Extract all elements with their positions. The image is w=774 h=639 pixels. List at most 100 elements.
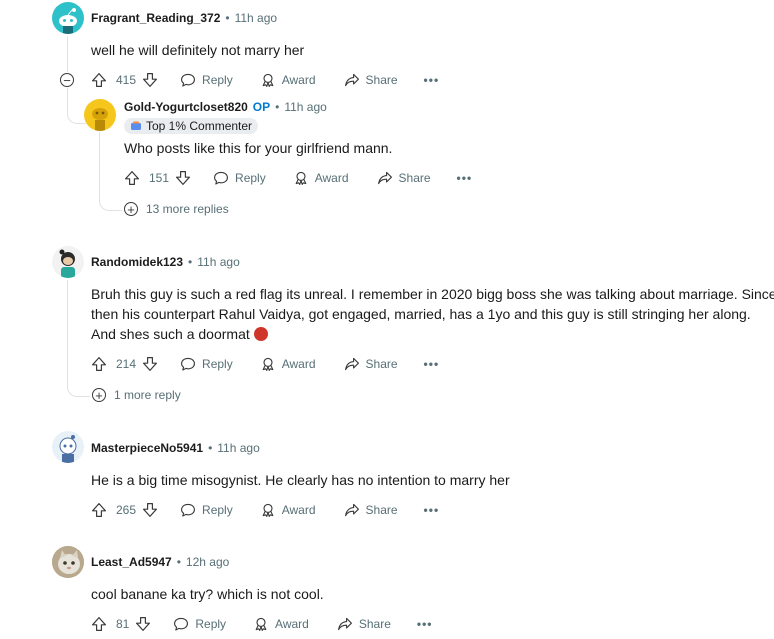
award-button[interactable]: Award (293, 170, 349, 186)
reply-icon (180, 502, 196, 518)
share-icon (344, 356, 360, 372)
reply-icon (180, 72, 196, 88)
overflow-menu-button[interactable]: ••• (424, 73, 440, 87)
overflow-menu-button[interactable]: ••• (457, 171, 473, 185)
share-icon (344, 72, 360, 88)
reply-button[interactable]: Reply (213, 170, 266, 186)
username[interactable]: Least_Ad5947 (91, 555, 172, 569)
overflow-menu-button[interactable]: ••• (424, 503, 440, 517)
reply-button[interactable]: Reply (173, 616, 226, 632)
reply-button[interactable]: Reply (180, 356, 233, 372)
timestamp[interactable]: 11h ago (235, 11, 278, 25)
award-icon (260, 502, 276, 518)
upvote-icon[interactable] (91, 356, 107, 372)
timestamp[interactable]: 11h ago (197, 255, 240, 269)
award-icon (260, 356, 276, 372)
user-avatar[interactable] (52, 246, 84, 278)
comment-line: Bruh this guy is such a red flag its unr… (91, 286, 774, 302)
upvote-icon[interactable] (91, 72, 107, 88)
share-button[interactable]: Share (344, 502, 398, 518)
comment-line: then his counterpart Rahul Vaidya, got e… (91, 306, 751, 322)
award-icon (260, 72, 276, 88)
downvote-icon[interactable] (142, 502, 158, 518)
reply-icon (213, 170, 229, 186)
user-avatar[interactable] (52, 2, 84, 34)
timestamp[interactable]: 11h ago (284, 100, 327, 114)
comment-actions: 151 Reply Award Share ••• (124, 168, 472, 188)
reply-icon (180, 356, 196, 372)
user-avatar[interactable] (84, 99, 116, 131)
user-avatar[interactable] (52, 431, 84, 463)
comment-line-with-emoji: And shes such a doormat (91, 324, 771, 344)
overflow-menu-button[interactable]: ••• (417, 617, 433, 631)
username[interactable]: MasterpieceNo5941 (91, 441, 203, 455)
snoo-avatar-icon (59, 435, 77, 463)
share-icon (337, 616, 353, 632)
downvote-icon[interactable] (135, 616, 151, 632)
comment-body: Who posts like this for your girlfriend … (124, 140, 393, 156)
expand-icon: + (124, 202, 138, 216)
thread-line[interactable] (99, 132, 100, 202)
reply-button[interactable]: Reply (180, 502, 233, 518)
upvote-icon[interactable] (91, 502, 107, 518)
comment-body: well he will definitely not marry her (91, 42, 305, 58)
vote-count: 214 (116, 357, 137, 371)
vote-count: 415 (116, 73, 137, 87)
downvote-icon[interactable] (175, 170, 191, 186)
downvote-icon[interactable] (142, 356, 158, 372)
award-button[interactable]: Award (260, 356, 316, 372)
share-button[interactable]: Share (377, 170, 431, 186)
username[interactable]: Gold-Yogurtcloset820 (124, 100, 248, 114)
upvote-icon[interactable] (91, 616, 107, 632)
comment-body: Bruh this guy is such a red flag its unr… (91, 284, 774, 344)
share-button[interactable]: Share (344, 72, 398, 88)
award-button[interactable]: Award (253, 616, 309, 632)
angry-face-emoji-icon (253, 327, 268, 341)
comment-actions: 415 Reply Award Share ••• (91, 70, 439, 90)
snoo-avatar-icon (59, 8, 77, 34)
separator: • (176, 555, 181, 569)
comment-body: He is a big time misogynist. He clearly … (91, 472, 510, 488)
thread-line (67, 88, 68, 114)
more-replies-button[interactable]: + 13 more replies (124, 202, 229, 216)
comment-header: Fragrant_Reading_372 • 11h ago (91, 11, 277, 25)
vote-count: 265 (116, 503, 137, 517)
overflow-menu-button[interactable]: ••• (424, 357, 440, 371)
comment-header: Gold-Yogurtcloset820 OP • 11h ago (124, 100, 327, 114)
username[interactable]: Randomidek123 (91, 255, 183, 269)
share-button[interactable]: Share (344, 356, 398, 372)
share-icon (344, 502, 360, 518)
award-icon (253, 616, 269, 632)
share-button[interactable]: Share (337, 616, 391, 632)
upvote-icon[interactable] (124, 170, 140, 186)
comment-actions: 81 Reply Award Share ••• (91, 614, 432, 634)
comment-header: MasterpieceNo5941 • 11h ago (91, 441, 260, 455)
separator: • (225, 11, 230, 25)
comment-body: cool banane ka try? which is not cool. (91, 586, 324, 602)
timestamp[interactable]: 11h ago (217, 441, 260, 455)
comment-actions: 265 Reply Award Share ••• (91, 500, 439, 520)
thread-branch (67, 386, 90, 397)
reply-icon (173, 616, 189, 632)
award-button[interactable]: Award (260, 72, 316, 88)
reply-button[interactable]: Reply (180, 72, 233, 88)
snoo-avatar-icon (92, 108, 108, 131)
award-button[interactable]: Award (260, 502, 316, 518)
timestamp[interactable]: 12h ago (186, 555, 229, 569)
thread-line[interactable] (67, 36, 68, 72)
vote-count: 81 (116, 617, 130, 631)
comment-actions: 214 Reply Award Share ••• (91, 354, 439, 374)
snoo-avatar-icon (59, 249, 75, 278)
collapse-thread-button[interactable]: − (60, 73, 74, 87)
separator: • (188, 255, 193, 269)
downvote-icon[interactable] (142, 72, 158, 88)
user-avatar[interactable] (52, 546, 84, 578)
cat-photo-avatar-icon (52, 546, 84, 578)
award-icon (293, 170, 309, 186)
comment-header: Randomidek123 • 11h ago (91, 255, 240, 269)
more-replies-button[interactable]: + 1 more reply (92, 388, 181, 402)
user-flair-badge: Top 1% Commenter (124, 118, 259, 134)
separator: • (275, 100, 280, 114)
username[interactable]: Fragrant_Reading_372 (91, 11, 220, 25)
thread-line[interactable] (67, 280, 68, 388)
